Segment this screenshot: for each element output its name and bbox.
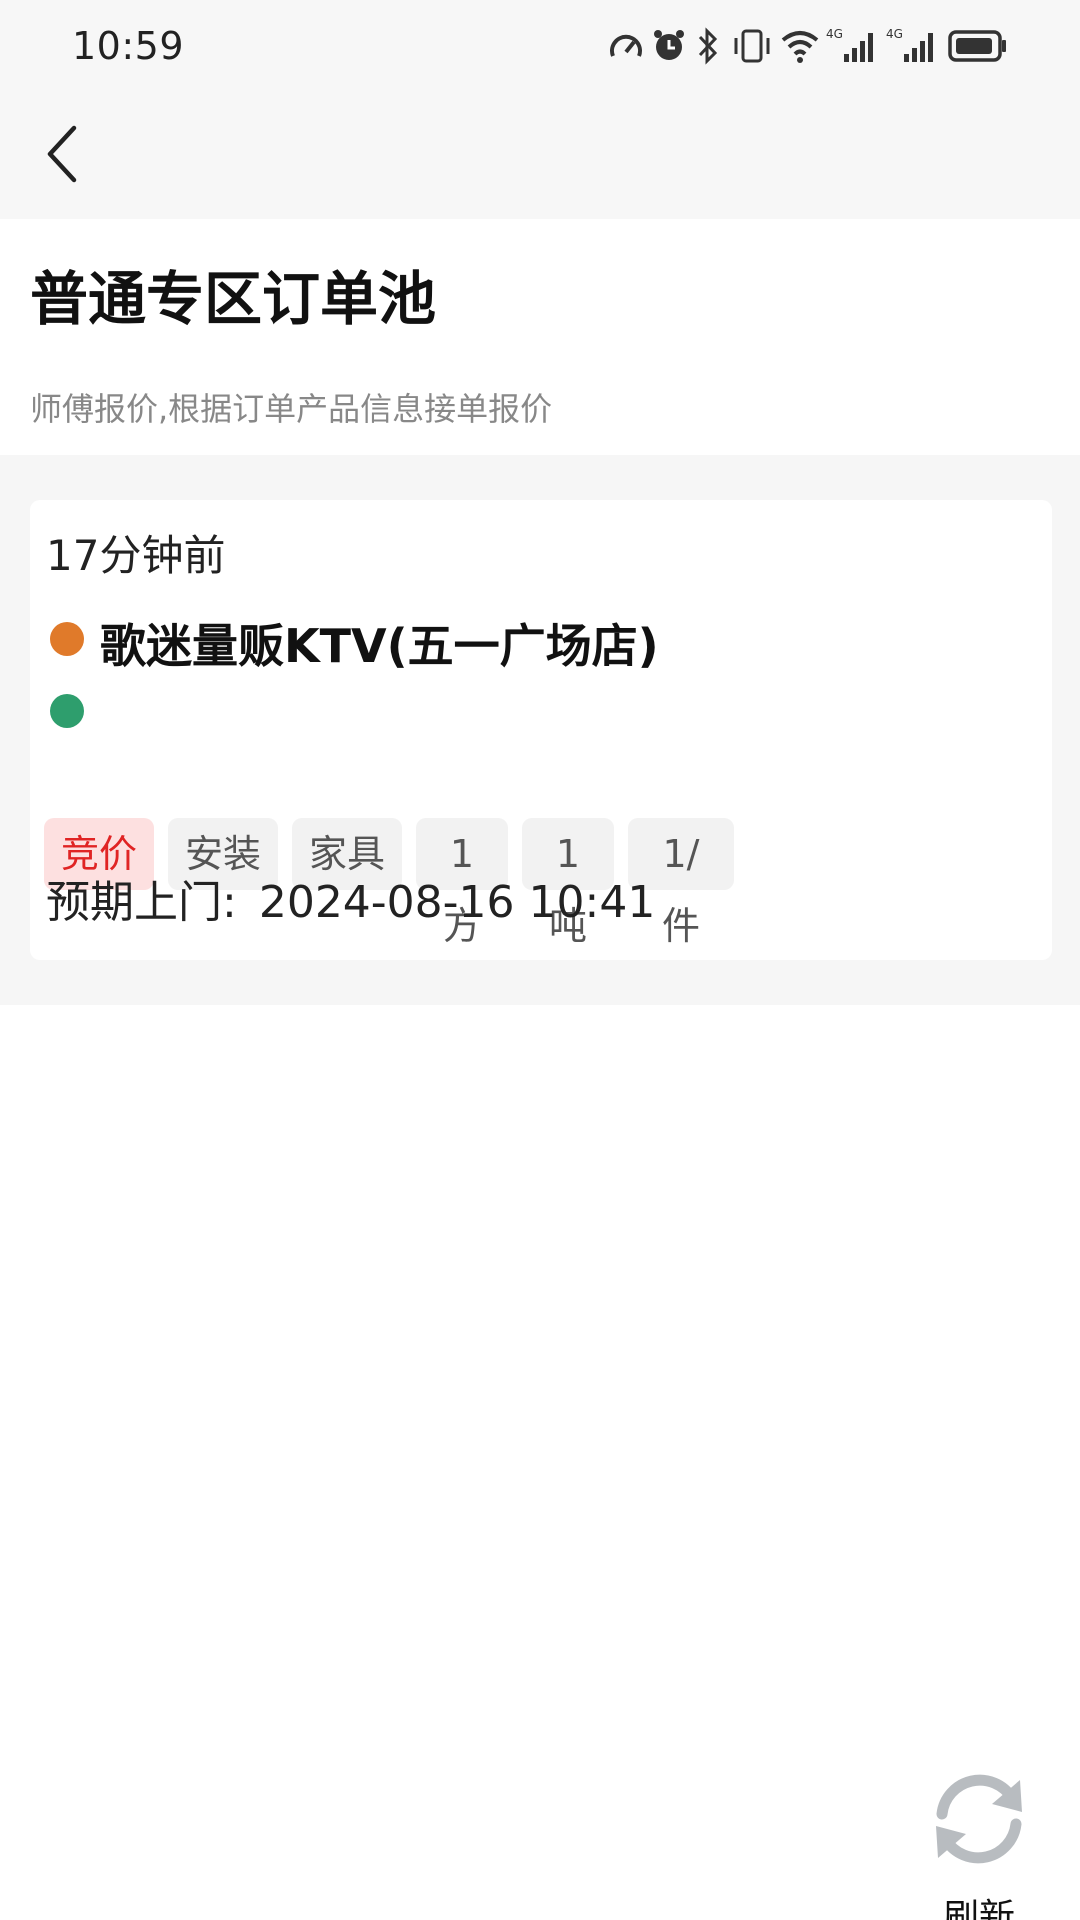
expected-visit-time: 2024-08-16 10:41 bbox=[258, 877, 656, 928]
back-button[interactable] bbox=[34, 116, 94, 192]
signal-4g-icon: 4G bbox=[886, 27, 933, 62]
pickup-name: 歌迷量贩KTV(五一广场店) bbox=[100, 619, 659, 673]
delivery-dot-icon bbox=[50, 694, 84, 728]
status-icons: 4G 4G bbox=[608, 26, 1008, 68]
page-title: 普通专区订单池 bbox=[30, 265, 437, 333]
expected-visit-row: 预期上门: 2024-08-16 10:41 bbox=[46, 866, 655, 930]
signal-label: 4G bbox=[826, 27, 843, 41]
order-time-ago: 17分钟前 bbox=[46, 531, 226, 580]
chevron-left-icon bbox=[47, 125, 77, 183]
alarm-icon bbox=[654, 30, 684, 60]
wifi-icon bbox=[781, 31, 819, 63]
status-time: 10:59 bbox=[72, 24, 185, 68]
speed-icon bbox=[610, 34, 642, 57]
page-subtitle: 师傅报价,根据订单产品信息接单报价 bbox=[30, 390, 553, 428]
signal-4g-icon: 4G bbox=[826, 27, 873, 62]
battery-icon bbox=[948, 30, 1006, 62]
expected-visit-label: 预期上门: bbox=[46, 877, 237, 928]
refresh-button[interactable]: 刷新 bbox=[914, 1764, 1044, 1920]
order-list: 17分钟前 歌迷量贩KTV(五一广场店) 竞价 安装 家具 1方 1吨 1/件 … bbox=[0, 455, 1080, 1005]
bluetooth-icon bbox=[698, 27, 718, 65]
refresh-icon bbox=[936, 1774, 1022, 1864]
vibrate-icon bbox=[734, 29, 770, 63]
top-bar: 10:59 4G 4G bbox=[0, 0, 1080, 219]
pickup-dot-icon bbox=[50, 622, 84, 656]
signal-label: 4G bbox=[886, 27, 903, 41]
refresh-label: 刷新 bbox=[942, 1897, 1015, 1920]
order-card[interactable]: 17分钟前 歌迷量贩KTV(五一广场店) 竞价 安装 家具 1方 1吨 1/件 … bbox=[30, 500, 1052, 960]
order-pool-page: 10:59 4G 4G 普通专区订单池 师傅报价,根据订单产品信息接单报价 17… bbox=[0, 0, 1080, 1920]
